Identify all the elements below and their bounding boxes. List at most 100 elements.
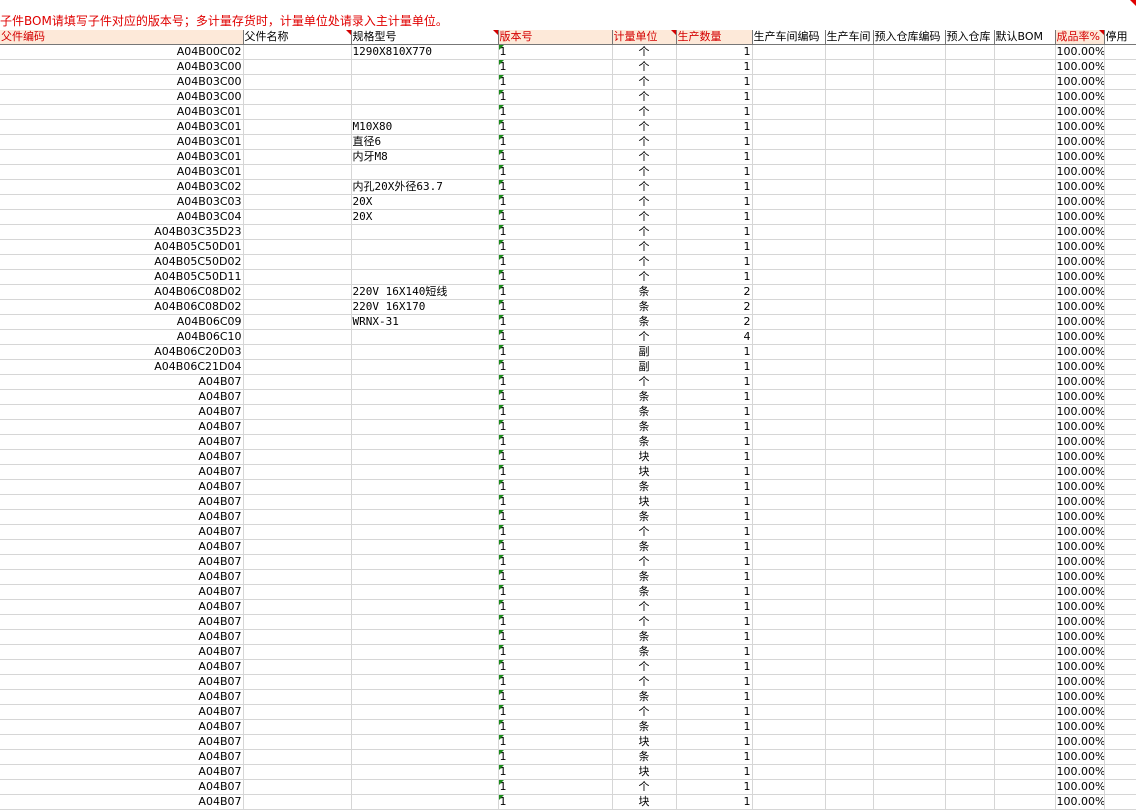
unit-cell[interactable]: 块 bbox=[612, 449, 677, 465]
yield-rate-cell[interactable]: 100.00% bbox=[1055, 734, 1105, 750]
warehouse-code-cell[interactable] bbox=[873, 239, 946, 255]
workshop-code-cell[interactable] bbox=[752, 494, 826, 510]
disabled-cell[interactable] bbox=[1104, 524, 1136, 540]
warehouse-cell[interactable] bbox=[945, 194, 995, 210]
yield-rate-cell[interactable]: 100.00% bbox=[1055, 644, 1105, 660]
default-bom-cell[interactable] bbox=[994, 299, 1056, 315]
quantity-cell[interactable]: 1 bbox=[676, 719, 753, 735]
workshop-code-cell[interactable] bbox=[752, 59, 826, 75]
yield-rate-cell[interactable]: 100.00% bbox=[1055, 599, 1105, 615]
parent-code-cell[interactable]: A04B03C01 bbox=[0, 119, 244, 135]
version-cell[interactable]: 1 bbox=[498, 314, 613, 330]
warehouse-code-cell[interactable] bbox=[873, 479, 946, 495]
workshop-code-cell[interactable] bbox=[752, 209, 826, 225]
disabled-cell[interactable] bbox=[1104, 509, 1136, 525]
warehouse-code-cell[interactable] bbox=[873, 449, 946, 465]
disabled-cell[interactable] bbox=[1104, 464, 1136, 480]
unit-cell[interactable]: 块 bbox=[612, 734, 677, 750]
yield-rate-cell[interactable]: 100.00% bbox=[1055, 149, 1105, 165]
unit-cell[interactable]: 副 bbox=[612, 344, 677, 360]
quantity-cell[interactable]: 1 bbox=[676, 509, 753, 525]
quantity-cell[interactable]: 1 bbox=[676, 434, 753, 450]
workshop-cell[interactable] bbox=[825, 614, 874, 630]
yield-rate-cell[interactable]: 100.00% bbox=[1055, 194, 1105, 210]
workshop-code-cell[interactable] bbox=[752, 179, 826, 195]
quantity-cell[interactable]: 1 bbox=[676, 179, 753, 195]
parent-code-cell[interactable]: A04B07 bbox=[0, 644, 244, 660]
warehouse-cell[interactable] bbox=[945, 569, 995, 585]
workshop-cell[interactable] bbox=[825, 539, 874, 555]
header-unit[interactable]: 计量单位 bbox=[612, 30, 677, 45]
warehouse-code-cell[interactable] bbox=[873, 764, 946, 780]
warehouse-code-cell[interactable] bbox=[873, 179, 946, 195]
workshop-cell[interactable] bbox=[825, 719, 874, 735]
workshop-code-cell[interactable] bbox=[752, 764, 826, 780]
workshop-cell[interactable] bbox=[825, 524, 874, 540]
disabled-cell[interactable] bbox=[1104, 419, 1136, 435]
warehouse-cell[interactable] bbox=[945, 584, 995, 600]
unit-cell[interactable]: 条 bbox=[612, 719, 677, 735]
unit-cell[interactable]: 块 bbox=[612, 794, 677, 810]
parent-code-cell[interactable]: A04B07 bbox=[0, 704, 244, 720]
parent-code-cell[interactable]: A04B06C08D02 bbox=[0, 284, 244, 300]
spec-cell[interactable] bbox=[351, 734, 499, 750]
parent-code-cell[interactable]: A04B05C50D02 bbox=[0, 254, 244, 270]
unit-cell[interactable]: 个 bbox=[612, 164, 677, 180]
default-bom-cell[interactable] bbox=[994, 134, 1056, 150]
warehouse-code-cell[interactable] bbox=[873, 554, 946, 570]
workshop-code-cell[interactable] bbox=[752, 404, 826, 420]
warehouse-cell[interactable] bbox=[945, 764, 995, 780]
yield-rate-cell[interactable]: 100.00% bbox=[1055, 299, 1105, 315]
version-cell[interactable]: 1 bbox=[498, 164, 613, 180]
yield-rate-cell[interactable]: 100.00% bbox=[1055, 314, 1105, 330]
quantity-cell[interactable]: 1 bbox=[676, 614, 753, 630]
workshop-cell[interactable] bbox=[825, 554, 874, 570]
workshop-code-cell[interactable] bbox=[752, 299, 826, 315]
quantity-cell[interactable]: 1 bbox=[676, 119, 753, 135]
workshop-cell[interactable] bbox=[825, 749, 874, 765]
warehouse-code-cell[interactable] bbox=[873, 584, 946, 600]
warehouse-cell[interactable] bbox=[945, 149, 995, 165]
warehouse-code-cell[interactable] bbox=[873, 194, 946, 210]
parent-code-cell[interactable]: A04B07 bbox=[0, 464, 244, 480]
workshop-code-cell[interactable] bbox=[752, 374, 826, 390]
workshop-code-cell[interactable] bbox=[752, 584, 826, 600]
parent-name-cell[interactable] bbox=[243, 494, 352, 510]
version-cell[interactable]: 1 bbox=[498, 344, 613, 360]
warehouse-cell[interactable] bbox=[945, 209, 995, 225]
unit-cell[interactable]: 个 bbox=[612, 59, 677, 75]
yield-rate-cell[interactable]: 100.00% bbox=[1055, 629, 1105, 645]
parent-name-cell[interactable] bbox=[243, 134, 352, 150]
warehouse-cell[interactable] bbox=[945, 359, 995, 375]
unit-cell[interactable]: 条 bbox=[612, 644, 677, 660]
parent-code-cell[interactable]: A04B07 bbox=[0, 374, 244, 390]
version-cell[interactable]: 1 bbox=[498, 239, 613, 255]
parent-name-cell[interactable] bbox=[243, 584, 352, 600]
parent-name-cell[interactable] bbox=[243, 254, 352, 270]
unit-cell[interactable]: 条 bbox=[612, 539, 677, 555]
spec-cell[interactable] bbox=[351, 569, 499, 585]
disabled-cell[interactable] bbox=[1104, 494, 1136, 510]
parent-code-cell[interactable]: A04B07 bbox=[0, 584, 244, 600]
unit-cell[interactable]: 副 bbox=[612, 359, 677, 375]
parent-name-cell[interactable] bbox=[243, 674, 352, 690]
workshop-cell[interactable] bbox=[825, 314, 874, 330]
parent-code-cell[interactable]: A04B00C02 bbox=[0, 44, 244, 60]
yield-rate-cell[interactable]: 100.00% bbox=[1055, 374, 1105, 390]
parent-name-cell[interactable] bbox=[243, 119, 352, 135]
workshop-code-cell[interactable] bbox=[752, 419, 826, 435]
default-bom-cell[interactable] bbox=[994, 509, 1056, 525]
disabled-cell[interactable] bbox=[1104, 179, 1136, 195]
parent-code-cell[interactable]: A04B07 bbox=[0, 509, 244, 525]
workshop-code-cell[interactable] bbox=[752, 74, 826, 90]
quantity-cell[interactable]: 1 bbox=[676, 419, 753, 435]
yield-rate-cell[interactable]: 100.00% bbox=[1055, 74, 1105, 90]
version-cell[interactable]: 1 bbox=[498, 599, 613, 615]
spec-cell[interactable]: 内孔20X外径63.7 bbox=[351, 179, 499, 195]
workshop-code-cell[interactable] bbox=[752, 644, 826, 660]
yield-rate-cell[interactable]: 100.00% bbox=[1055, 359, 1105, 375]
warehouse-cell[interactable] bbox=[945, 554, 995, 570]
default-bom-cell[interactable] bbox=[994, 209, 1056, 225]
quantity-cell[interactable]: 1 bbox=[676, 104, 753, 120]
default-bom-cell[interactable] bbox=[994, 374, 1056, 390]
